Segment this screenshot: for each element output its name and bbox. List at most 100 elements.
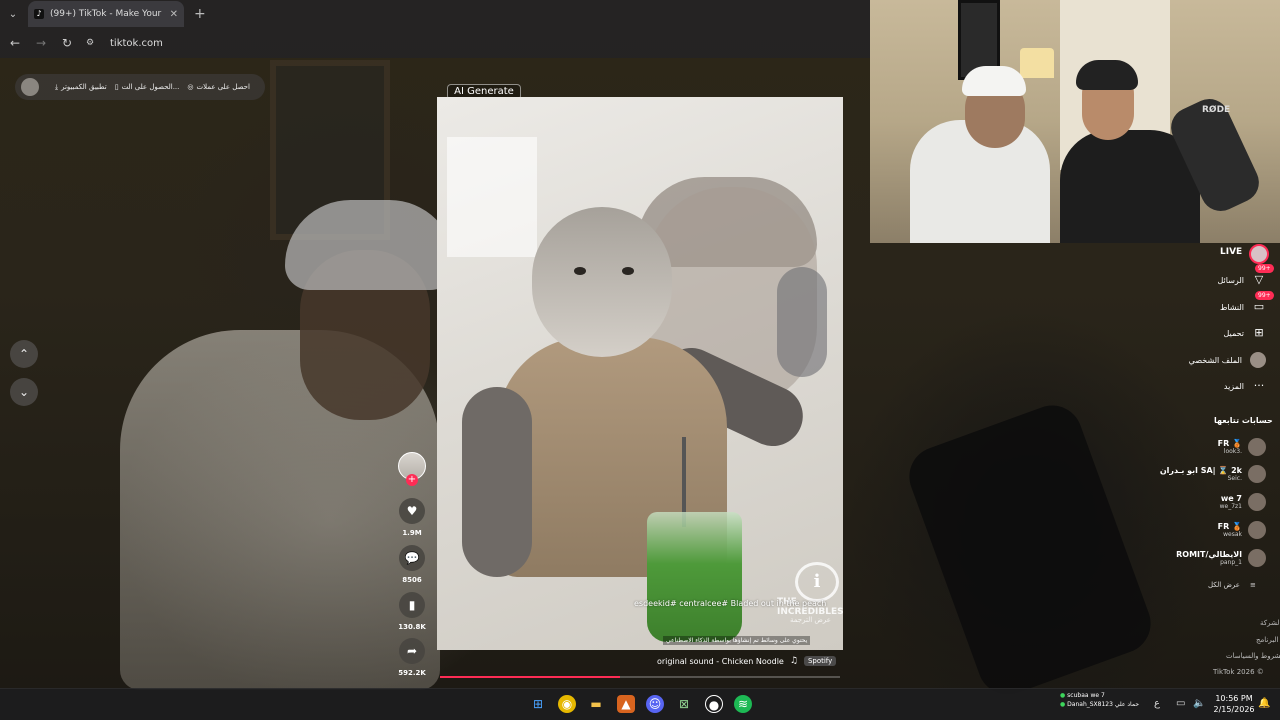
comment-icon: 💬 bbox=[404, 551, 420, 565]
discord-icon[interactable]: ☺ bbox=[646, 695, 664, 713]
windows-start-icon[interactable]: ⊞ bbox=[529, 695, 547, 713]
file-explorer-icon[interactable]: ▬ bbox=[587, 695, 605, 713]
video-green-cup bbox=[647, 512, 742, 642]
sound-row[interactable]: original sound - Chicken Noodle ♫ Spotif… bbox=[657, 656, 837, 666]
notification-suffix: حماد علي bbox=[1114, 701, 1140, 708]
more-dots-icon: ··· bbox=[1253, 379, 1265, 392]
following-username: Seic. bbox=[1227, 475, 1242, 482]
following-item[interactable]: ابو بـدران SA| ⌛ 2k Seic. bbox=[1160, 465, 1266, 483]
following-item[interactable]: FR 🥉 look3. bbox=[1218, 438, 1266, 456]
share-icon: ➦ bbox=[406, 644, 418, 658]
get-coins-link[interactable]: ◎ احصل على عملات bbox=[187, 83, 250, 91]
site-info-icon[interactable]: ⚙ bbox=[86, 38, 98, 48]
following-name: FR 🥉 bbox=[1217, 439, 1242, 448]
video-baby-sleeve bbox=[462, 387, 532, 577]
save-button[interactable]: ▮ bbox=[399, 592, 425, 618]
sidebar-item-activity[interactable]: النشاط ▭ 99+ bbox=[1219, 291, 1274, 314]
live-avatar[interactable] bbox=[1249, 244, 1269, 264]
send-icon: ▽ 99+ bbox=[1252, 264, 1274, 287]
webcam-man-cap bbox=[962, 66, 1026, 96]
new-tab-button[interactable]: + bbox=[194, 6, 206, 22]
following-username: wesak bbox=[1223, 531, 1242, 538]
share-count: 592.2K bbox=[398, 669, 426, 677]
ai-content-notice: يحتوي على وسائط تم إنشاؤها بواسطة الذكاء… bbox=[663, 636, 811, 645]
reload-icon[interactable]: ↻ bbox=[60, 36, 74, 50]
get-app-link[interactable]: ▯ الحصول على الت... bbox=[115, 83, 180, 91]
browser-chrome: ⌄ ♪ (99+) TikTok - Make Your Day ✕ + ← →… bbox=[0, 0, 870, 58]
obs-icon[interactable]: ● bbox=[705, 695, 723, 713]
following-name: FR 🥉 bbox=[1217, 522, 1242, 531]
following-name: we 7 bbox=[1220, 494, 1242, 503]
sidebar-item-messages[interactable]: الرسائل ▽ 99+ bbox=[1218, 264, 1274, 287]
spotify-button[interactable]: Spotify bbox=[803, 656, 837, 666]
like-button[interactable]: ♥ bbox=[399, 498, 425, 524]
get-coins-label: احصل على عملات bbox=[196, 83, 250, 91]
spotify-icon[interactable]: ≋ bbox=[734, 695, 752, 713]
see-all-link[interactable]: عرض الكل ≡ bbox=[1208, 581, 1256, 589]
following-item[interactable]: we 7 we_7z1 bbox=[1220, 493, 1266, 511]
chrome-icon[interactable]: ◉ bbox=[558, 695, 576, 713]
sidebar-item-label: تحميل bbox=[1223, 328, 1245, 338]
following-item[interactable]: FR 🥉 wesak bbox=[1218, 521, 1266, 539]
sidebar-item-label: النشاط bbox=[1219, 302, 1244, 312]
footer-terms-link[interactable]: الشروط والسياسات bbox=[1226, 652, 1280, 660]
clock-time: 10:56 PM bbox=[1215, 694, 1253, 703]
browser-tab[interactable]: ♪ (99+) TikTok - Make Your Day ✕ bbox=[28, 1, 184, 27]
avatar[interactable] bbox=[21, 78, 39, 96]
bookmark-icon: ▮ bbox=[408, 598, 416, 612]
url-field[interactable]: tiktok.com bbox=[110, 38, 163, 49]
footer-program-link[interactable]: البرنامج bbox=[1256, 636, 1278, 644]
notification-bell-icon[interactable]: 🔔 bbox=[1258, 698, 1270, 709]
taskbar-notification[interactable]: ● scubaa we 7 ● Danah_SX8123 حماد علي bbox=[1060, 691, 1139, 709]
sound-title[interactable]: original sound - Chicken Noodle bbox=[657, 657, 784, 666]
volume-icon[interactable]: 🔈 bbox=[1193, 698, 1205, 709]
footer-company-link[interactable]: الشركة bbox=[1260, 619, 1280, 627]
sidebar-item-profile[interactable]: الملف الشخصي bbox=[1189, 352, 1266, 368]
video-progress-fill bbox=[440, 676, 620, 678]
spotify-label: Spotify bbox=[807, 657, 833, 665]
sidebar-item-upload[interactable]: تحميل ⊞ bbox=[1224, 326, 1267, 340]
webcam-overlay: RØDE bbox=[870, 0, 1280, 243]
video-window-light bbox=[447, 137, 537, 257]
live-label[interactable]: LIVE bbox=[1220, 247, 1242, 257]
next-video-button[interactable]: ⌄ bbox=[10, 378, 38, 406]
following-username: look3. bbox=[1223, 448, 1242, 455]
avatar bbox=[1248, 521, 1266, 539]
previous-video-button[interactable]: ⌃ bbox=[10, 340, 38, 368]
video-caption[interactable]: esdeekid# centralcee# Bladed out in the … bbox=[634, 599, 826, 608]
like-count: 1.9M bbox=[402, 529, 422, 537]
notification-line: Danah_SX8123 bbox=[1067, 701, 1113, 708]
taskbar-clock[interactable]: 10:56 PM 2/15/2026 bbox=[1212, 693, 1256, 715]
translate-link[interactable]: عرض الترجمة bbox=[790, 616, 831, 624]
sidebar-item-label: المزيد bbox=[1223, 381, 1244, 391]
tab-search-icon[interactable]: ⌄ bbox=[4, 5, 22, 23]
comment-button[interactable]: 💬 bbox=[399, 545, 425, 571]
following-item[interactable]: ROMIT/الايطالي panp_1 bbox=[1176, 549, 1266, 567]
activity-icon: ▭ 99+ bbox=[1252, 291, 1274, 314]
background-person-cap bbox=[285, 200, 455, 290]
app-window-icon[interactable]: ⊠ bbox=[675, 695, 693, 713]
desktop-app-link[interactable]: ⤓ تطبيق الكمبيوتر bbox=[55, 83, 107, 92]
music-note-icon: ♫ bbox=[789, 656, 798, 666]
incredibles-logo-icon: i bbox=[795, 562, 839, 602]
network-icon[interactable]: ▭ bbox=[1176, 698, 1185, 709]
windows-taskbar: ⊞ ◉ ▬ ▲ ☺ ⊠ ● ≋ ● scubaa we 7 ● Danah_SX… bbox=[0, 688, 1280, 720]
video-progress-bar[interactable] bbox=[440, 676, 840, 678]
sidebar-item-more[interactable]: المزيد ··· bbox=[1224, 379, 1266, 393]
tab-close-icon[interactable]: ✕ bbox=[170, 9, 178, 20]
tiktok-favicon-icon: ♪ bbox=[34, 9, 44, 19]
back-icon[interactable]: ← bbox=[8, 36, 22, 50]
clock-date: 2/15/2026 bbox=[1213, 705, 1255, 714]
video-baby-eye bbox=[622, 267, 634, 275]
following-username: panp_1 bbox=[1220, 559, 1242, 566]
app-icon[interactable]: ▲ bbox=[617, 695, 635, 713]
share-button[interactable]: ➦ bbox=[399, 638, 425, 664]
tiktok-top-bar: ⤓ تطبيق الكمبيوتر ▯ الحصول على الت... ◎ … bbox=[15, 74, 265, 100]
avatar bbox=[1248, 549, 1266, 567]
address-bar: ← → ↻ ⚙ tiktok.com bbox=[0, 28, 870, 58]
video-player[interactable]: i THE INCREDIBLES esdeekid# centralcee# … bbox=[437, 97, 843, 650]
language-indicator[interactable]: ع bbox=[1154, 698, 1160, 709]
forward-icon[interactable]: → bbox=[34, 36, 48, 50]
follow-plus-icon[interactable]: + bbox=[406, 474, 418, 486]
avatar bbox=[1248, 438, 1266, 456]
